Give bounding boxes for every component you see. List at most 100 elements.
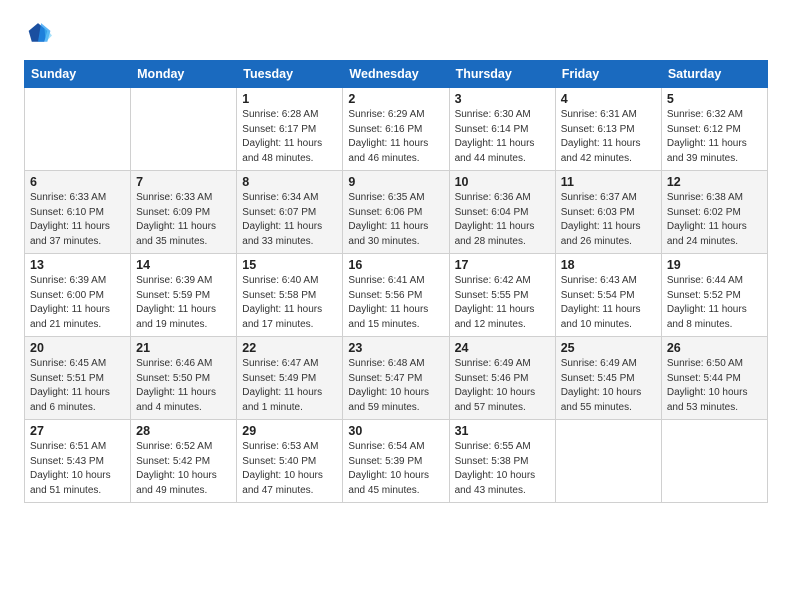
day-info: Sunrise: 6:44 AM Sunset: 5:52 PM Dayligh…	[667, 274, 762, 332]
calendar-week-5: 27 Sunrise: 6:51 AM Sunset: 5:43 PM Dayli…	[25, 420, 768, 503]
page: SundayMondayTuesdayWednesdayThursdayFrid…	[0, 0, 792, 612]
calendar-cell: 13 Sunrise: 6:39 AM Sunset: 6:00 PM Dayli…	[25, 254, 131, 337]
day-info: Sunrise: 6:32 AM Sunset: 6:12 PM Dayligh…	[667, 108, 762, 166]
calendar-cell: 6 Sunrise: 6:33 AM Sunset: 6:10 PM Daylig…	[25, 171, 131, 254]
calendar-cell	[555, 420, 661, 503]
day-info: Sunrise: 6:51 AM Sunset: 5:43 PM Dayligh…	[30, 440, 125, 498]
calendar-cell: 8Sunrise: 6:34 AM Sunset: 6:07 PM Daylig…	[237, 171, 343, 254]
day-number: 15	[242, 258, 337, 272]
day-info: Sunrise: 6:47 AM Sunset: 5:49 PM Dayligh…	[242, 357, 337, 415]
day-info: Sunrise: 6:43 AM Sunset: 5:54 PM Dayligh…	[561, 274, 656, 332]
calendar-cell: 30 Sunrise: 6:54 AM Sunset: 5:39 PM Dayli…	[343, 420, 449, 503]
day-number: 23	[348, 341, 443, 355]
header-day-wednesday: Wednesday	[343, 61, 449, 88]
calendar-cell: 19 Sunrise: 6:44 AM Sunset: 5:52 PM Dayli…	[661, 254, 767, 337]
header-day-tuesday: Tuesday	[237, 61, 343, 88]
day-info: Sunrise: 6:52 AM Sunset: 5:42 PM Dayligh…	[136, 440, 231, 498]
calendar-cell: 15 Sunrise: 6:40 AM Sunset: 5:58 PM Dayli…	[237, 254, 343, 337]
day-info: Sunrise: 6:36 AM Sunset: 6:04 PM Dayligh…	[455, 191, 550, 249]
day-info: Sunrise: 6:42 AM Sunset: 5:55 PM Dayligh…	[455, 274, 550, 332]
day-info: Sunrise: 6:55 AM Sunset: 5:38 PM Dayligh…	[455, 440, 550, 498]
day-info: Sunrise: 6:54 AM Sunset: 5:39 PM Dayligh…	[348, 440, 443, 498]
day-number: 20	[30, 341, 125, 355]
calendar-cell: 10Sunrise: 6:36 AM Sunset: 6:04 PM Dayli…	[449, 171, 555, 254]
logo-icon	[24, 20, 52, 48]
calendar-week-2: 6 Sunrise: 6:33 AM Sunset: 6:10 PM Daylig…	[25, 171, 768, 254]
day-number: 7	[136, 175, 231, 189]
day-number: 17	[455, 258, 550, 272]
day-number: 9	[348, 175, 443, 189]
calendar-cell: 1 Sunrise: 6:28 AM Sunset: 6:17 PM Daylig…	[237, 88, 343, 171]
day-info: Sunrise: 6:31 AM Sunset: 6:13 PM Dayligh…	[561, 108, 656, 166]
calendar-cell: 22Sunrise: 6:47 AM Sunset: 5:49 PM Dayli…	[237, 337, 343, 420]
calendar-cell	[661, 420, 767, 503]
day-info: Sunrise: 6:30 AM Sunset: 6:14 PM Dayligh…	[455, 108, 550, 166]
header-day-saturday: Saturday	[661, 61, 767, 88]
day-info: Sunrise: 6:40 AM Sunset: 5:58 PM Dayligh…	[242, 274, 337, 332]
calendar-cell: 21 Sunrise: 6:46 AM Sunset: 5:50 PM Dayli…	[131, 337, 237, 420]
day-info: Sunrise: 6:41 AM Sunset: 5:56 PM Dayligh…	[348, 274, 443, 332]
calendar-cell: 28 Sunrise: 6:52 AM Sunset: 5:42 PM Dayli…	[131, 420, 237, 503]
day-info: Sunrise: 6:39 AM Sunset: 6:00 PM Dayligh…	[30, 274, 125, 332]
calendar-cell: 20 Sunrise: 6:45 AM Sunset: 5:51 PM Dayli…	[25, 337, 131, 420]
day-number: 2	[348, 92, 443, 106]
day-info: Sunrise: 6:46 AM Sunset: 5:50 PM Dayligh…	[136, 357, 231, 415]
calendar-cell: 14 Sunrise: 6:39 AM Sunset: 5:59 PM Dayli…	[131, 254, 237, 337]
day-number: 11	[561, 175, 656, 189]
calendar-cell: 23 Sunrise: 6:48 AM Sunset: 5:47 PM Dayli…	[343, 337, 449, 420]
header	[24, 20, 768, 48]
calendar-cell: 25Sunrise: 6:49 AM Sunset: 5:45 PM Dayli…	[555, 337, 661, 420]
header-day-thursday: Thursday	[449, 61, 555, 88]
header-day-sunday: Sunday	[25, 61, 131, 88]
calendar-cell: 12Sunrise: 6:38 AM Sunset: 6:02 PM Dayli…	[661, 171, 767, 254]
day-number: 26	[667, 341, 762, 355]
day-number: 8	[242, 175, 337, 189]
day-info: Sunrise: 6:50 AM Sunset: 5:44 PM Dayligh…	[667, 357, 762, 415]
calendar-week-4: 20 Sunrise: 6:45 AM Sunset: 5:51 PM Dayli…	[25, 337, 768, 420]
day-number: 5	[667, 92, 762, 106]
day-number: 18	[561, 258, 656, 272]
calendar-cell	[25, 88, 131, 171]
calendar-cell: 18 Sunrise: 6:43 AM Sunset: 5:54 PM Dayli…	[555, 254, 661, 337]
day-number: 1	[242, 92, 337, 106]
day-info: Sunrise: 6:29 AM Sunset: 6:16 PM Dayligh…	[348, 108, 443, 166]
calendar-cell: 2 Sunrise: 6:29 AM Sunset: 6:16 PM Daylig…	[343, 88, 449, 171]
day-number: 29	[242, 424, 337, 438]
calendar-cell: 4Sunrise: 6:31 AM Sunset: 6:13 PM Daylig…	[555, 88, 661, 171]
calendar-cell: 5 Sunrise: 6:32 AM Sunset: 6:12 PM Daylig…	[661, 88, 767, 171]
calendar-cell: 3 Sunrise: 6:30 AM Sunset: 6:14 PM Daylig…	[449, 88, 555, 171]
calendar-table: SundayMondayTuesdayWednesdayThursdayFrid…	[24, 60, 768, 503]
calendar-cell: 29 Sunrise: 6:53 AM Sunset: 5:40 PM Dayli…	[237, 420, 343, 503]
day-number: 24	[455, 341, 550, 355]
calendar-cell: 16Sunrise: 6:41 AM Sunset: 5:56 PM Dayli…	[343, 254, 449, 337]
calendar-cell: 31Sunrise: 6:55 AM Sunset: 5:38 PM Dayli…	[449, 420, 555, 503]
day-info: Sunrise: 6:49 AM Sunset: 5:45 PM Dayligh…	[561, 357, 656, 415]
calendar-cell: 27 Sunrise: 6:51 AM Sunset: 5:43 PM Dayli…	[25, 420, 131, 503]
day-number: 21	[136, 341, 231, 355]
day-number: 13	[30, 258, 125, 272]
day-info: Sunrise: 6:38 AM Sunset: 6:02 PM Dayligh…	[667, 191, 762, 249]
day-number: 30	[348, 424, 443, 438]
calendar-cell: 9 Sunrise: 6:35 AM Sunset: 6:06 PM Daylig…	[343, 171, 449, 254]
day-number: 28	[136, 424, 231, 438]
day-number: 3	[455, 92, 550, 106]
calendar-week-1: 1 Sunrise: 6:28 AM Sunset: 6:17 PM Daylig…	[25, 88, 768, 171]
header-day-monday: Monday	[131, 61, 237, 88]
calendar-cell: 7 Sunrise: 6:33 AM Sunset: 6:09 PM Daylig…	[131, 171, 237, 254]
day-number: 27	[30, 424, 125, 438]
day-info: Sunrise: 6:48 AM Sunset: 5:47 PM Dayligh…	[348, 357, 443, 415]
day-number: 14	[136, 258, 231, 272]
day-info: Sunrise: 6:45 AM Sunset: 5:51 PM Dayligh…	[30, 357, 125, 415]
day-info: Sunrise: 6:35 AM Sunset: 6:06 PM Dayligh…	[348, 191, 443, 249]
day-number: 6	[30, 175, 125, 189]
calendar-cell	[131, 88, 237, 171]
day-info: Sunrise: 6:33 AM Sunset: 6:10 PM Dayligh…	[30, 191, 125, 249]
day-info: Sunrise: 6:53 AM Sunset: 5:40 PM Dayligh…	[242, 440, 337, 498]
day-info: Sunrise: 6:33 AM Sunset: 6:09 PM Dayligh…	[136, 191, 231, 249]
day-info: Sunrise: 6:39 AM Sunset: 5:59 PM Dayligh…	[136, 274, 231, 332]
calendar-cell: 26 Sunrise: 6:50 AM Sunset: 5:44 PM Dayli…	[661, 337, 767, 420]
header-day-friday: Friday	[555, 61, 661, 88]
day-info: Sunrise: 6:49 AM Sunset: 5:46 PM Dayligh…	[455, 357, 550, 415]
day-number: 19	[667, 258, 762, 272]
day-info: Sunrise: 6:28 AM Sunset: 6:17 PM Dayligh…	[242, 108, 337, 166]
